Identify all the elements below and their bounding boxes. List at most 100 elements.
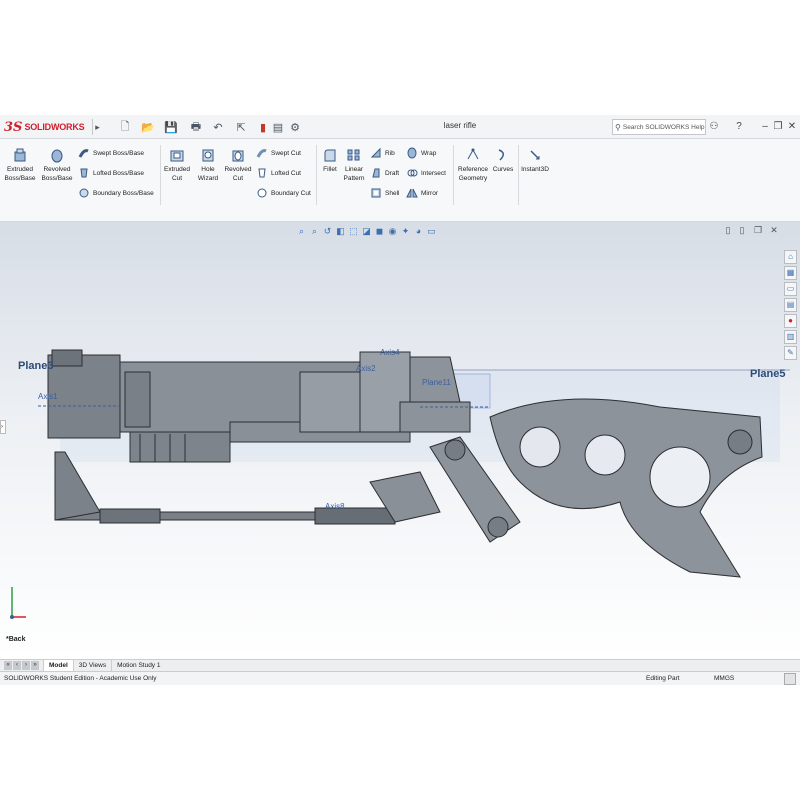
linear-pattern-icon — [347, 149, 360, 161]
lofted-boss-label: Lofted Boss/Base — [93, 169, 144, 177]
instant3d-icon — [530, 150, 540, 160]
lofted-boss-icon — [80, 168, 88, 178]
swept-boss-label: Swept Boss/Base — [93, 149, 144, 157]
status-units[interactable]: MMGS — [714, 672, 734, 685]
axis-label-top[interactable]: Axis4 — [380, 348, 400, 357]
boundary-boss-button[interactable]: Boundary Boss/Base — [78, 187, 154, 199]
bottom-tab-model[interactable]: Model — [43, 659, 73, 672]
instant3d-label: Instant3D — [521, 166, 549, 173]
revolved-boss-button[interactable]: Revolved Boss/Base — [40, 139, 74, 183]
stock-hole — [584, 434, 626, 476]
extruded-boss-icon — [14, 148, 26, 162]
lofted-cut-label: Lofted Cut — [271, 169, 301, 177]
draft-button[interactable]: Draft — [370, 167, 399, 179]
close-icon[interactable]: ✕ — [786, 119, 798, 135]
last-tab-icon[interactable]: » — [31, 661, 39, 670]
fillet-button[interactable]: Fillet — [318, 139, 342, 174]
triad-origin — [10, 615, 14, 619]
rebuild-icon[interactable]: ▮ — [258, 119, 268, 135]
stock-bolt — [727, 429, 753, 455]
boundary-cut-button[interactable]: Boundary Cut — [256, 187, 311, 199]
solidworks-logo[interactable]: 3S SOLIDWORKS — [4, 118, 90, 136]
shroud-cap — [51, 349, 83, 367]
axis-label-mid[interactable]: Axis2 — [356, 364, 376, 373]
wrap-icon — [407, 147, 417, 159]
open-icon[interactable]: 📂 — [140, 119, 156, 135]
bottom-tab-motion-study-1[interactable]: Motion Study 1 — [111, 659, 165, 672]
user-icon[interactable]: ⚇ — [708, 119, 720, 135]
linear-pattern-label: Linear Pattern — [343, 166, 365, 182]
plane-label-right[interactable]: Plane5 — [750, 368, 785, 380]
swept-boss-button[interactable]: Swept Boss/Base — [78, 147, 144, 159]
barrel-shroud — [47, 354, 121, 439]
select-icon[interactable]: ⇱ — [234, 119, 248, 135]
boundary-cut-label: Boundary Cut — [271, 189, 311, 197]
lofted-cut-button[interactable]: Lofted Cut — [256, 167, 301, 179]
revolved-boss-label: Revolved Boss/Base — [41, 166, 73, 182]
plane-box-label[interactable]: Plane11 — [422, 378, 451, 387]
reference-geometry-icon — [467, 148, 479, 160]
swept-cut-icon — [256, 149, 267, 158]
axis-label-left[interactable]: Axis1 — [38, 392, 58, 401]
hole-wizard-icon — [202, 149, 214, 162]
extruded-boss-button[interactable]: Extruded Boss/Base — [4, 139, 36, 183]
boundary-boss-icon — [79, 188, 89, 198]
rib-label: Rib — [385, 149, 395, 157]
extruded-cut-icon — [170, 150, 184, 162]
wrap-button[interactable]: Wrap — [406, 147, 436, 159]
logo-text: SOLIDWORKS — [24, 122, 85, 132]
status-customize-icon[interactable] — [784, 673, 796, 685]
new-document-icon[interactable]: 🗋 — [118, 119, 132, 135]
bottom-tab-3d-views[interactable]: 3D Views — [72, 659, 111, 672]
instant3d-button[interactable]: Instant3D — [519, 139, 551, 174]
extruded-cut-label: Extruded Cut — [163, 166, 191, 182]
intersect-button[interactable]: Intersect — [406, 167, 446, 179]
reference-geometry-button[interactable]: Reference Geometry — [454, 139, 492, 183]
plane-label-left[interactable]: Plane3 — [18, 360, 53, 372]
menu-expand-arrow-icon[interactable]: ▸ — [92, 119, 102, 135]
swept-cut-button[interactable]: Swept Cut — [256, 147, 301, 159]
help-search-box[interactable]: ⚲ Search SOLIDWORKS Help — [612, 119, 706, 135]
undo-icon[interactable]: ↶ — [210, 119, 226, 135]
help-icon[interactable]: ? — [733, 119, 745, 135]
rib-button[interactable]: Rib — [370, 147, 395, 159]
first-tab-icon[interactable]: « — [4, 661, 12, 670]
next-tab-icon[interactable]: › — [22, 661, 30, 670]
view-orientation-label: *Back — [6, 636, 26, 643]
file-properties-icon[interactable]: ▤ — [272, 119, 284, 135]
hole-wizard-label: Hole Wizard — [197, 166, 219, 182]
linear-pattern-button[interactable]: Linear Pattern — [340, 139, 368, 183]
action-housing — [299, 371, 361, 433]
shell-button[interactable]: Shell — [370, 187, 399, 199]
hole-wizard-button[interactable]: Hole Wizard — [193, 139, 223, 183]
ds-logo-mark: 3S — [4, 119, 23, 135]
restore-icon[interactable]: ❐ — [772, 119, 784, 135]
title-bar: 3S SOLIDWORKS ▸ 🗋 📂 💾 🖶 ↶ ⇱ ▮ ▤ ⚙ laser … — [0, 115, 800, 139]
curves-button[interactable]: Curves — [490, 139, 516, 174]
revolved-cut-label: Revolved Cut — [224, 166, 252, 182]
search-icon: ⚲ — [615, 122, 621, 132]
options-icon[interactable]: ⚙ — [288, 119, 302, 135]
solidworks-window: 3S SOLIDWORKS ▸ 🗋 📂 💾 🖶 ↶ ⇱ ▮ ▤ ⚙ laser … — [0, 115, 800, 685]
intersect-icon — [407, 169, 418, 177]
wrap-label: Wrap — [421, 149, 437, 157]
stock-hole — [519, 426, 561, 468]
draft-icon — [372, 168, 380, 178]
rib-icon — [370, 147, 381, 158]
mirror-icon — [406, 188, 418, 198]
barrel-clamp — [99, 508, 161, 524]
reference-geometry-label: Reference Geometry — [458, 166, 488, 182]
prev-tab-icon[interactable]: ‹ — [13, 661, 21, 670]
feature-ribbon: Extruded Boss/Base Revolved Boss/Base Sw… — [0, 139, 800, 246]
mirror-button[interactable]: Mirror — [406, 187, 438, 199]
lofted-boss-button[interactable]: Lofted Boss/Base — [78, 167, 144, 179]
extruded-cut-button[interactable]: Extruded Cut — [162, 139, 192, 183]
graphics-area[interactable]: ⌕ ⌕ ↺ ◧ ⬚ ◪ ◼ ◉ ✦ ◕ ▭ ▯ ▯ ❐ ✕ ⌂ ▦ ▭ ▤ ● … — [0, 222, 800, 659]
axis-label-bottom[interactable]: Axis8 — [325, 502, 345, 511]
print-icon[interactable]: 🖶 — [188, 119, 204, 135]
save-icon[interactable]: 💾 — [164, 119, 178, 135]
rifle-stock — [489, 398, 763, 578]
minimize-icon[interactable]: – — [759, 119, 771, 135]
revolved-cut-button[interactable]: Revolved Cut — [222, 139, 254, 183]
boundary-cut-icon — [257, 188, 267, 198]
